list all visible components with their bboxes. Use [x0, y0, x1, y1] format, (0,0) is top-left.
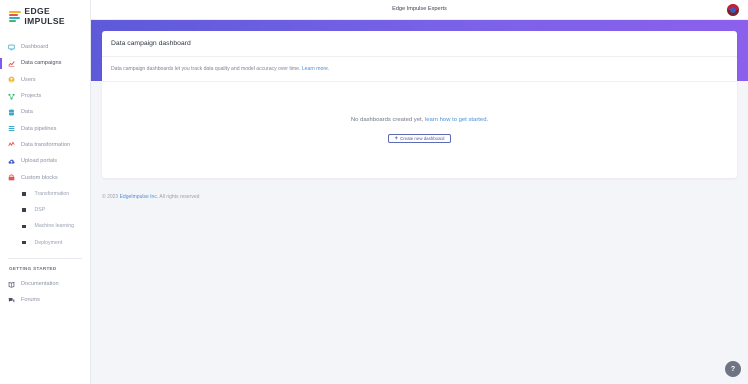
sidebar-item-label: Data campaigns [21, 60, 62, 67]
create-dashboard-button[interactable]: + Create new dashboard [388, 134, 451, 143]
card-title: Data campaign dashboard [111, 40, 191, 47]
sidebar-subitem-label: Transformation [34, 190, 70, 197]
sidebar-item-label: Users [21, 76, 36, 83]
getting-started-heading: GETTING STARTED [9, 266, 57, 271]
copyright-year: © 2023 [102, 194, 119, 200]
copyright-suffix: All rights reserved [159, 194, 200, 200]
sidebar-item-label: Projects [21, 93, 42, 100]
sidebar: EDGE IMPULSE Dashboard Data campaigns Us… [0, 0, 91, 384]
sidebar-item-label: Data [21, 109, 33, 116]
card-description: Data campaign dashboards let you track d… [111, 66, 329, 72]
help-button[interactable]: ? [725, 361, 741, 377]
sidebar-item-projects[interactable]: Projects [0, 88, 91, 104]
logo-text: EDGE IMPULSE [24, 6, 65, 26]
sidebar-item-users[interactable]: Users [0, 72, 91, 88]
bullet-icon [22, 240, 26, 245]
sidebar-divider [8, 258, 82, 259]
sidebar-subitem-dsp[interactable]: DSP [0, 202, 91, 218]
description-text: Data campaign dashboards let you track d… [111, 66, 301, 72]
book-icon [8, 281, 15, 288]
sidebar-item-data-transformation[interactable]: Data transformation [0, 137, 91, 153]
sidebar-subitem-label: DSP [34, 207, 46, 214]
transform-icon [8, 141, 15, 148]
sidebar-subitem-machine-learning[interactable]: Machine learning [0, 218, 91, 234]
blocks-icon [8, 174, 15, 181]
sidebar-item-label: Dashboard [21, 44, 49, 51]
bullet-icon [22, 192, 26, 196]
sidebar-item-data[interactable]: Data [0, 104, 91, 120]
sidebar-item-forums[interactable]: Forums [0, 292, 91, 308]
sidebar-item-dashboard[interactable]: Dashboard [0, 39, 91, 55]
edge-impulse-logo[interactable]: EDGE IMPULSE [9, 6, 90, 26]
sidebar-item-label: Upload portals [21, 158, 58, 165]
project-title: Edge Impulse Experts [392, 6, 447, 12]
getting-started-nav: Documentation Forums [0, 276, 91, 309]
top-bar: Edge Impulse Experts [91, 0, 748, 20]
sidebar-item-label: Documentation [21, 281, 59, 288]
line-chart-icon [8, 60, 15, 67]
sidebar-item-data-pipelines[interactable]: Data pipelines [0, 120, 91, 136]
sidebar-item-label: Custom blocks [21, 174, 58, 181]
users-icon [8, 76, 15, 83]
card-divider [102, 81, 737, 82]
sidebar-item-label: Data transformation [21, 141, 71, 148]
company-link[interactable]: EdgeImpulse Inc. [120, 194, 159, 200]
footer: © 2023 EdgeImpulse Inc. All rights reser… [102, 194, 199, 200]
sidebar-item-label: Forums [21, 297, 40, 304]
chat-icon [8, 297, 15, 304]
create-dashboard-label: Create new dashboard [400, 136, 445, 141]
sidebar-subitem-transformation[interactable]: Transformation [0, 186, 91, 202]
sidebar-item-upload-portals[interactable]: Upload portals [0, 153, 91, 169]
sidebar-subitem-label: Machine learning [34, 223, 75, 230]
network-icon [8, 93, 15, 100]
sidebar-item-documentation[interactable]: Documentation [0, 276, 91, 292]
question-icon: ? [730, 365, 736, 373]
bullet-icon [22, 208, 26, 212]
learn-more-link[interactable]: Learn more. [302, 66, 329, 72]
sidebar-nav: Dashboard Data campaigns Users Projects … [0, 39, 91, 251]
sidebar-subitem-label: Deployment [34, 239, 63, 246]
cloud-upload-icon [8, 158, 15, 165]
sidebar-item-custom-blocks[interactable]: Custom blocks [0, 169, 91, 185]
database-icon [8, 109, 15, 116]
sidebar-item-data-campaigns[interactable]: Data campaigns [0, 55, 91, 71]
list-icon [8, 125, 15, 132]
plus-icon: + [394, 135, 399, 142]
card-divider [102, 56, 737, 57]
monitor-icon [8, 44, 15, 51]
sidebar-item-label: Data pipelines [21, 125, 57, 132]
get-started-link[interactable]: learn how to get started. [425, 117, 488, 123]
dashboard-card: Data campaign dashboard Data campaign da… [102, 31, 737, 178]
logo-mark-icon [9, 11, 21, 22]
bullet-icon [22, 224, 26, 229]
empty-state-text: No dashboards created yet, [350, 117, 424, 123]
avatar[interactable] [727, 4, 739, 16]
empty-state-message: No dashboards created yet, learn how to … [102, 117, 737, 123]
sidebar-subitem-deployment[interactable]: Deployment [0, 235, 91, 251]
